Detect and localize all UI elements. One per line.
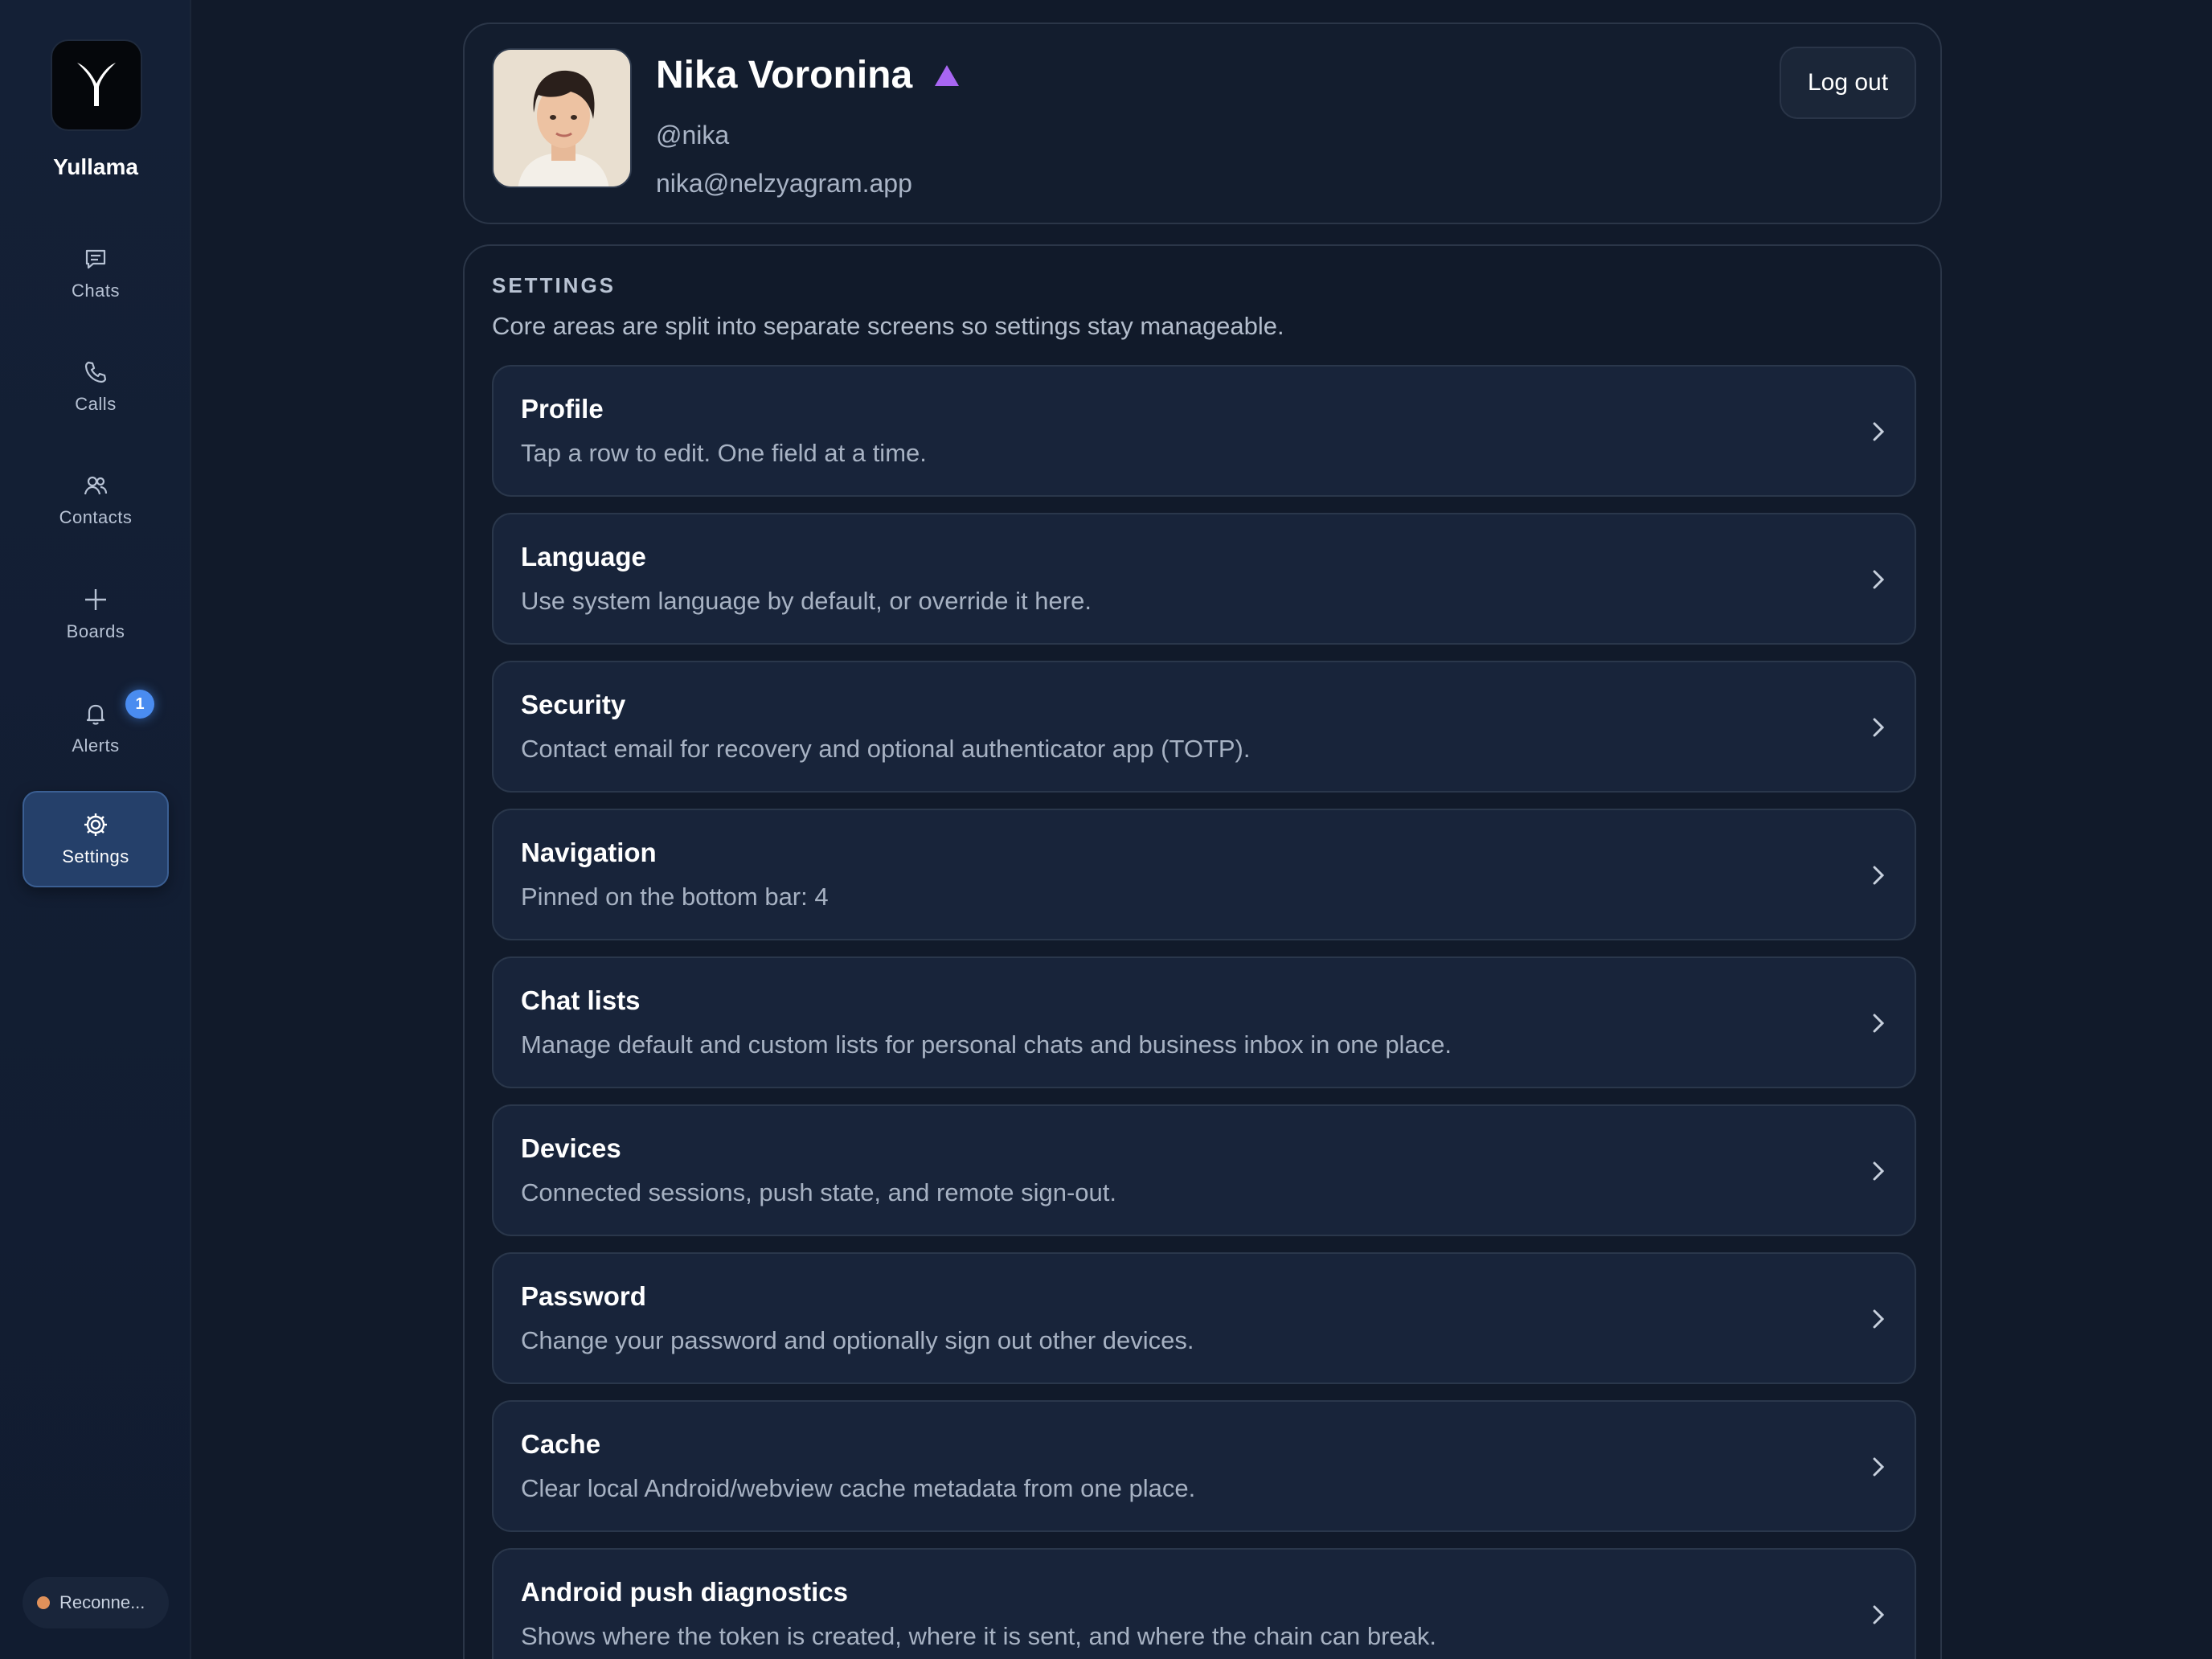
alerts-count-badge: 1 [125,690,154,719]
nav-label: Settings [62,846,129,866]
row-subtitle: Clear local Android/webview cache metada… [521,1474,1196,1502]
nav-settings[interactable]: Settings [23,791,169,887]
chevron-right-icon [1866,1011,1890,1035]
contacts-icon [82,472,109,499]
row-subtitle: Tap a row to edit. One field at a time. [521,439,927,467]
row-title: Android push diagnostics [521,1577,849,1607]
row-title: Devices [521,1133,621,1163]
gear-icon [82,811,109,838]
nav-label: Chats [72,281,120,301]
nav-contacts[interactable]: Contacts [23,452,169,548]
nav-label: Boards [66,621,125,641]
settings-row-password[interactable]: Password Change your password and option… [492,1252,1916,1384]
settings-row-cache[interactable]: Cache Clear local Android/webview cache … [492,1400,1916,1532]
row-title: Password [521,1281,646,1311]
connection-status-label: Reconne... [59,1592,145,1612]
avatar[interactable] [492,48,632,188]
phone-icon [82,358,109,386]
row-title: Chat lists [521,985,641,1015]
nav-chats[interactable]: Chats [23,225,169,322]
chat-bubble-icon [82,245,109,272]
y-logo-icon [74,59,119,112]
app-logo[interactable] [51,39,142,131]
nav-label: Contacts [59,507,133,527]
settings-row-navigation[interactable]: Navigation Pinned on the bottom bar: 4 [492,809,1916,940]
logout-button[interactable]: Log out [1780,47,1916,119]
chevron-right-icon [1866,1455,1890,1479]
chevron-right-icon [1866,715,1890,739]
row-subtitle: Pinned on the bottom bar: 4 [521,883,829,911]
row-title: Language [521,542,646,571]
nav-calls[interactable]: Calls [23,338,169,435]
purple-triangle-icon [933,63,961,88]
settings-row-chat-lists[interactable]: Chat lists Manage default and custom lis… [492,956,1916,1088]
app-root: Yullama Chats Calls Contacts Boards Aler… [0,0,2212,1659]
settings-row-security[interactable]: Security Contact email for recovery and … [492,661,1916,793]
nav-label: Calls [75,394,117,414]
row-title: Profile [521,394,604,424]
sidebar: Yullama Chats Calls Contacts Boards Aler… [0,0,191,1659]
chevron-right-icon [1866,1159,1890,1183]
nav-boards[interactable]: Boards [23,566,169,662]
profile-name-row: Nika Voronina [656,53,961,97]
chevron-right-icon [1866,420,1890,444]
app-name: Yullama [53,154,138,179]
chevron-right-icon [1866,567,1890,592]
settings-section-title: SETTINGS [492,273,616,297]
chevron-right-icon [1866,1307,1890,1331]
settings-card: SETTINGS Core areas are split into separ… [463,244,1942,1659]
chevron-right-icon [1866,863,1890,887]
bell-icon [82,700,109,727]
status-dot-icon [37,1596,50,1609]
settings-row-devices[interactable]: Devices Connected sessions, push state, … [492,1104,1916,1236]
profile-email: nika@nelzyagram.app [656,169,912,198]
row-subtitle: Change your password and optionally sign… [521,1326,1194,1354]
row-subtitle: Use system language by default, or overr… [521,587,1092,615]
row-subtitle: Contact email for recovery and optional … [521,735,1251,763]
row-subtitle: Connected sessions, push state, and remo… [521,1178,1116,1206]
profile-card: Nika Voronina @nika nika@nelzyagram.app … [463,23,1942,224]
row-subtitle: Shows where the token is created, where … [521,1622,1437,1650]
settings-row-language[interactable]: Language Use system language by default,… [492,513,1916,645]
profile-name: Nika Voronina [656,54,913,96]
plus-icon [82,586,109,613]
settings-row-android-push-diagnostics[interactable]: Android push diagnostics Shows where the… [492,1548,1916,1659]
connection-status[interactable]: Reconne... [23,1577,169,1628]
row-title: Navigation [521,838,657,867]
nav-label: Alerts [72,735,120,756]
profile-handle: @nika [656,121,730,150]
row-title: Cache [521,1429,601,1459]
chevron-right-icon [1866,1603,1890,1627]
row-title: Security [521,690,626,719]
row-subtitle: Manage default and custom lists for pers… [521,1030,1452,1059]
settings-section-description: Core areas are split into separate scree… [492,312,1284,340]
settings-row-profile[interactable]: Profile Tap a row to edit. One field at … [492,365,1916,497]
